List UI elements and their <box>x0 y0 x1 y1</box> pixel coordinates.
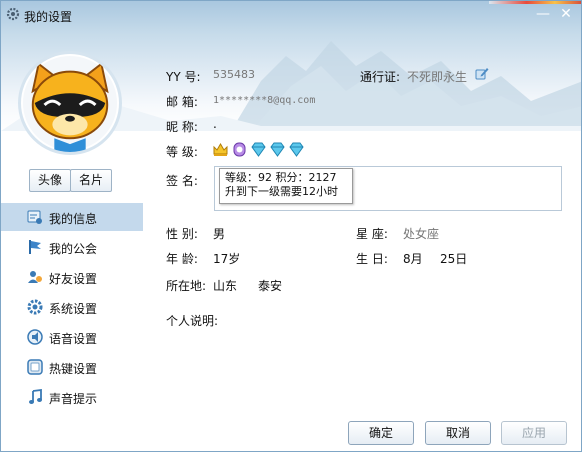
sidebar-item-voice-settings[interactable]: 语音设置 <box>1 323 143 351</box>
sidebar-item-label: 语音设置 <box>49 332 98 346</box>
my-info-icon <box>27 210 42 224</box>
birthday-label: 生 日: <box>356 252 388 266</box>
passport-label: 通行证: <box>360 70 401 84</box>
province-value: 山东 <box>213 279 238 293</box>
gender-value: 男 <box>213 227 226 241</box>
email-value: 1********8@qq.com <box>213 95 316 106</box>
purple-badge-icon <box>233 142 246 157</box>
window-title: 我的设置 <box>24 10 73 24</box>
ok-button[interactable]: 确定 <box>348 421 414 445</box>
birthday-day: 25日 <box>440 252 468 266</box>
location-label: 所在地: <box>166 279 207 293</box>
nickname-label: 昵 称: <box>166 120 198 134</box>
email-label: 邮 箱: <box>166 95 198 109</box>
avatar[interactable] <box>18 51 122 155</box>
sidebar-item-label: 我的公会 <box>49 242 98 256</box>
settings-gear-icon <box>6 7 20 21</box>
passport-value: 不死即永生 <box>407 70 468 84</box>
sidebar-item-my-guild[interactable]: 我的公会 <box>1 233 143 261</box>
sidebar-item-label: 系统设置 <box>49 302 98 316</box>
cancel-button[interactable]: 取消 <box>425 421 491 445</box>
birthday-month: 8月 <box>403 252 423 266</box>
guild-flag-icon <box>29 240 41 254</box>
edit-passport-icon[interactable] <box>475 66 489 80</box>
minimize-button[interactable]: — <box>533 5 553 23</box>
apply-button[interactable]: 应用 <box>501 421 567 445</box>
level-tooltip: 等级：92 积分：2127 升到下一级需要12小时 <box>219 168 353 204</box>
close-button[interactable]: ✕ <box>556 5 576 23</box>
sidebar-item-label: 我的信息 <box>49 212 98 226</box>
sidebar-item-label: 热键设置 <box>49 362 98 376</box>
constellation-label: 星 座: <box>356 227 388 241</box>
constellation-value: 处女座 <box>403 227 440 241</box>
avatar-button[interactable]: 头像 <box>29 169 71 192</box>
gender-label: 性 别: <box>166 227 198 241</box>
nickname-value: . <box>213 117 217 131</box>
diamond-icon <box>251 142 266 157</box>
settings-window: 我的设置 — ✕ 头像 名片 我的信息 我的公会 好友设置 系统设置 语音设置 … <box>0 0 582 452</box>
sidebar-item-hotkey-settings[interactable]: 热键设置 <box>1 353 143 381</box>
level-label: 等 级: <box>166 145 198 159</box>
music-note-icon <box>29 389 42 404</box>
sidebar-item-my-info[interactable]: 我的信息 <box>1 203 143 231</box>
sidebar-item-sound-alerts[interactable]: 声音提示 <box>1 383 143 411</box>
diamond-icon <box>289 142 304 157</box>
diamond-icon <box>270 142 285 157</box>
signature-label: 签 名: <box>166 174 198 188</box>
city-value: 泰安 <box>258 279 283 293</box>
sidebar-item-friend-settings[interactable]: 好友设置 <box>1 263 143 291</box>
age-label: 年 龄: <box>166 252 198 266</box>
friends-icon <box>28 271 42 283</box>
crown-icon <box>213 143 228 156</box>
hotkey-icon <box>27 359 43 375</box>
yy-number-label: YY 号: <box>166 70 201 84</box>
card-button[interactable]: 名片 <box>70 169 112 192</box>
age-value: 17岁 <box>213 252 241 266</box>
voice-icon <box>27 329 43 345</box>
yy-number-value: 535483 <box>213 68 255 81</box>
title-bar[interactable]: 我的设置 — ✕ <box>1 1 581 29</box>
bio-label: 个人说明: <box>166 314 219 328</box>
sidebar-item-system-settings[interactable]: 系统设置 <box>1 293 143 321</box>
sidebar-item-label: 好友设置 <box>49 272 98 286</box>
system-gear-icon <box>27 299 43 315</box>
mascot-avatar-icon <box>22 55 118 152</box>
tooltip-next-level: 升到下一级需要12小时 <box>225 185 338 198</box>
sidebar-item-label: 声音提示 <box>49 392 98 406</box>
tooltip-level-points: 等级：92 积分：2127 <box>225 171 337 184</box>
